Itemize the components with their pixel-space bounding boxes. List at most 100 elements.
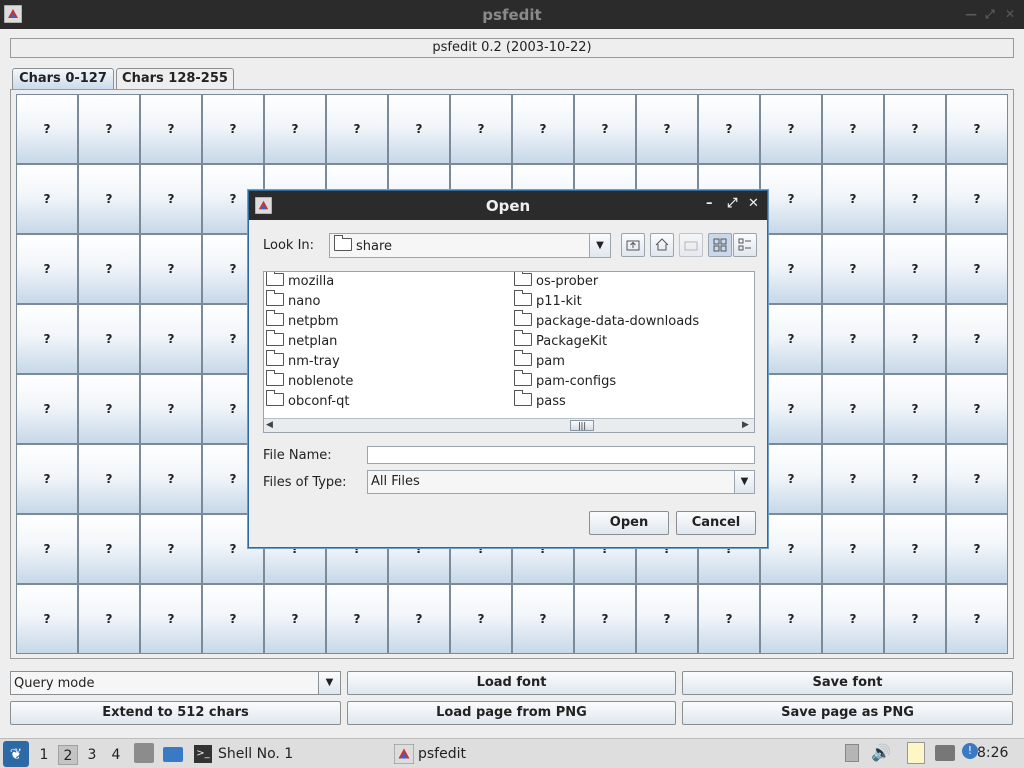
char-cell[interactable]: ? xyxy=(760,164,822,234)
task-psfedit[interactable]: psfedit xyxy=(392,742,572,766)
load-page-png-button[interactable]: Load page from PNG xyxy=(347,701,676,725)
char-cell[interactable]: ? xyxy=(140,164,202,234)
char-cell[interactable]: ? xyxy=(78,584,140,654)
scroll-left-icon[interactable]: ◀ xyxy=(266,420,273,430)
char-cell[interactable]: ? xyxy=(884,444,946,514)
char-cell[interactable]: ? xyxy=(760,584,822,654)
char-cell[interactable]: ? xyxy=(946,444,1008,514)
maximize-icon[interactable]: ⤢ xyxy=(727,196,737,211)
network-icon[interactable] xyxy=(935,745,955,761)
file-list-item[interactable]: obconf-qt xyxy=(264,390,510,412)
file-list-item[interactable]: p11-kit xyxy=(512,290,752,312)
file-list-item[interactable]: pam-configs xyxy=(512,370,752,392)
char-cell[interactable]: ? xyxy=(636,584,698,654)
char-cell[interactable]: ? xyxy=(264,94,326,164)
char-cell[interactable]: ? xyxy=(946,514,1008,584)
close-icon[interactable]: ✕ xyxy=(1005,7,1015,21)
char-cell[interactable]: ? xyxy=(822,164,884,234)
char-cell[interactable]: ? xyxy=(202,94,264,164)
up-folder-icon[interactable] xyxy=(621,233,645,257)
file-list-item[interactable]: pam xyxy=(512,350,752,372)
file-list-item[interactable]: nano xyxy=(264,290,510,312)
char-cell[interactable]: ? xyxy=(16,514,78,584)
desktop-2-button[interactable]: 2 xyxy=(58,745,78,765)
char-cell[interactable]: ? xyxy=(140,94,202,164)
minimize-icon[interactable]: – xyxy=(706,196,713,211)
file-list-item[interactable]: os-prober xyxy=(512,272,752,292)
desktop-3-button[interactable]: 3 xyxy=(82,745,102,765)
show-desktop-icon[interactable] xyxy=(163,747,183,762)
char-cell[interactable]: ? xyxy=(140,234,202,304)
char-cell[interactable]: ? xyxy=(16,444,78,514)
char-cell[interactable]: ? xyxy=(78,164,140,234)
char-cell[interactable]: ? xyxy=(946,374,1008,444)
char-cell[interactable]: ? xyxy=(264,584,326,654)
char-cell[interactable]: ? xyxy=(822,94,884,164)
load-font-button[interactable]: Load font xyxy=(347,671,676,695)
char-cell[interactable]: ? xyxy=(760,444,822,514)
char-cell[interactable]: ? xyxy=(698,94,760,164)
new-folder-icon[interactable] xyxy=(679,233,703,257)
char-cell[interactable]: ? xyxy=(698,584,760,654)
char-cell[interactable]: ? xyxy=(760,234,822,304)
char-cell[interactable]: ? xyxy=(16,584,78,654)
desktop-4-button[interactable]: 4 xyxy=(106,745,126,765)
clock[interactable]: 8:26 xyxy=(977,745,1008,761)
list-view-icon[interactable] xyxy=(708,233,732,257)
save-page-png-button[interactable]: Save page as PNG xyxy=(682,701,1013,725)
char-cell[interactable]: ? xyxy=(16,304,78,374)
minimize-icon[interactable]: — xyxy=(965,7,977,21)
char-cell[interactable]: ? xyxy=(760,514,822,584)
char-cell[interactable]: ? xyxy=(946,304,1008,374)
task-shell[interactable]: >_ Shell No. 1 xyxy=(192,742,372,766)
char-cell[interactable]: ? xyxy=(946,164,1008,234)
tab-chars-128-255[interactable]: Chars 128-255 xyxy=(116,68,234,90)
char-cell[interactable]: ? xyxy=(822,444,884,514)
char-cell[interactable]: ? xyxy=(140,444,202,514)
desktop-1-button[interactable]: 1 xyxy=(34,745,54,765)
char-cell[interactable]: ? xyxy=(388,584,450,654)
scroll-right-icon[interactable]: ▶ xyxy=(742,420,749,430)
char-cell[interactable]: ? xyxy=(140,584,202,654)
char-cell[interactable]: ? xyxy=(822,584,884,654)
char-cell[interactable]: ? xyxy=(946,584,1008,654)
char-cell[interactable]: ? xyxy=(884,164,946,234)
char-cell[interactable]: ? xyxy=(884,584,946,654)
char-cell[interactable]: ? xyxy=(884,514,946,584)
char-cell[interactable]: ? xyxy=(388,94,450,164)
char-cell[interactable]: ? xyxy=(78,234,140,304)
look-in-select[interactable]: share ▼ xyxy=(329,233,611,258)
char-cell[interactable]: ? xyxy=(450,94,512,164)
file-list-item[interactable]: netpbm xyxy=(264,310,510,332)
details-view-icon[interactable] xyxy=(733,233,757,257)
save-font-button[interactable]: Save font xyxy=(682,671,1013,695)
file-list[interactable]: mozilla nano netpbm netplan nm-tray noblenote… xyxy=(263,271,755,433)
char-cell[interactable]: ? xyxy=(636,94,698,164)
file-list-item[interactable]: mozilla xyxy=(264,272,510,292)
volume-icon[interactable]: 🔊 xyxy=(871,743,891,762)
char-cell[interactable]: ? xyxy=(78,94,140,164)
char-cell[interactable]: ? xyxy=(884,374,946,444)
char-cell[interactable]: ? xyxy=(78,514,140,584)
horizontal-scrollbar[interactable]: ◀ ||| ▶ xyxy=(264,418,754,432)
char-cell[interactable]: ? xyxy=(16,94,78,164)
file-list-item[interactable]: nm-tray xyxy=(264,350,510,372)
char-cell[interactable]: ? xyxy=(78,304,140,374)
maximize-icon[interactable]: ⤢ xyxy=(985,7,995,22)
scrollbar-thumb[interactable]: ||| xyxy=(570,420,594,431)
char-cell[interactable]: ? xyxy=(946,234,1008,304)
char-cell[interactable]: ? xyxy=(884,234,946,304)
file-list-item[interactable]: pass xyxy=(512,390,752,412)
char-cell[interactable]: ? xyxy=(760,304,822,374)
char-cell[interactable]: ? xyxy=(78,374,140,444)
notification-icon[interactable]: ! xyxy=(962,743,978,759)
char-cell[interactable]: ? xyxy=(760,94,822,164)
file-name-input[interactable] xyxy=(367,446,755,464)
char-cell[interactable]: ? xyxy=(326,94,388,164)
start-menu-icon[interactable]: ❦ xyxy=(3,741,29,767)
files-of-type-select[interactable]: All Files ▼ xyxy=(367,470,755,494)
file-list-item[interactable]: netplan xyxy=(264,330,510,352)
char-cell[interactable]: ? xyxy=(946,94,1008,164)
char-cell[interactable]: ? xyxy=(16,374,78,444)
open-button[interactable]: Open xyxy=(589,511,669,535)
